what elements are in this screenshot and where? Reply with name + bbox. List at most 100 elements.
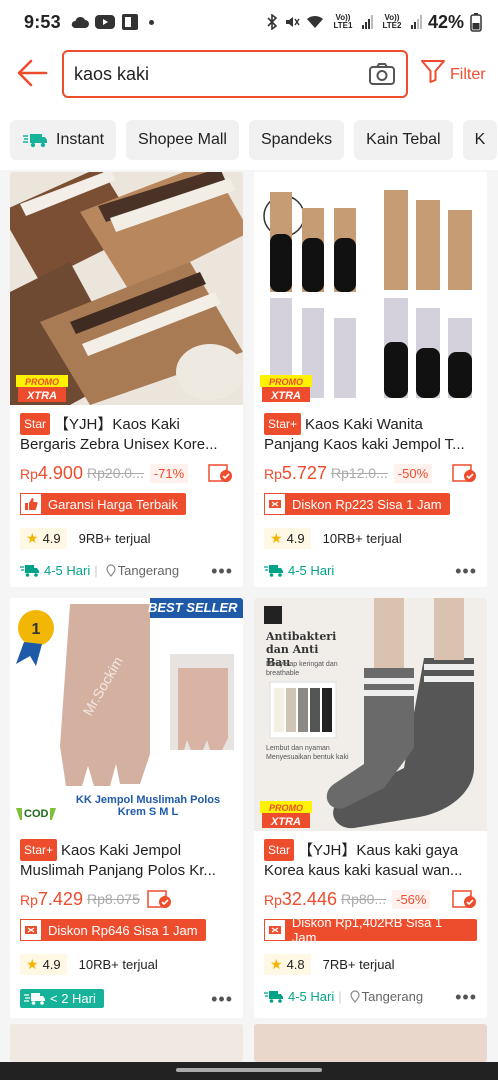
chip-instant[interactable]: Instant	[10, 120, 117, 160]
price-prefix: Rp	[20, 891, 38, 908]
product-image: PROMO XTRA	[10, 172, 243, 405]
image-subtext: Menyerap keringat dan breathable	[266, 661, 338, 677]
promo-banner: Diskon Rp646 Sisa 1 Jam	[20, 919, 206, 941]
product-card[interactable]: PROMO XTRA Star 【YJH】Kaos Kaki Bergaris Z…	[10, 172, 243, 587]
product-image: a PROMO XTRA	[254, 172, 487, 405]
shipping-row: < 2 Hari •••	[10, 975, 243, 1018]
shipping-text: < 2 Hari	[50, 991, 96, 1006]
price-row: Rp32.446 Rp80... -56%	[254, 881, 487, 913]
filter-label: Filter	[450, 66, 486, 83]
shipping-estimate: 4-5 Hari	[264, 563, 334, 578]
rating-row: ★ 4.8 7RB+ terjual	[254, 942, 487, 975]
star-icon: ★	[270, 956, 283, 972]
original-price: Rp20.0...	[86, 465, 144, 481]
product-image: Antibakteri dan Anti Bau Menyerap kering…	[254, 598, 487, 831]
separator: |	[338, 989, 342, 1004]
mute-icon	[285, 17, 300, 27]
home-gesture-handle[interactable]	[176, 1068, 322, 1072]
rating-badge: ★ 4.9	[264, 528, 311, 549]
cloud-icon	[71, 16, 89, 28]
battery-icon	[470, 13, 482, 32]
rating-badge: ★ 4.9	[20, 528, 67, 549]
price-row: Rp5.727 Rp12.0... -50%	[254, 455, 487, 487]
status-notification-icons	[71, 13, 154, 31]
discount-badge: -71%	[149, 463, 189, 483]
shipping-row: 4-5 Hari | Tangerang •••	[10, 549, 243, 587]
product-title: Star+ Kaos Kaki Wanita Panjang Kaos kaki …	[254, 405, 487, 455]
search-query: kaos kaki	[74, 63, 150, 84]
separator: |	[94, 563, 98, 578]
lte2-label: Vo)) LTE2	[382, 13, 402, 30]
star-icon: ★	[26, 530, 39, 546]
location-text: Tangerang	[361, 989, 424, 1004]
chip-label: Kain Tebal	[366, 131, 441, 148]
striped-socks-illustration	[10, 172, 243, 405]
more-options-icon[interactable]: •••	[455, 988, 477, 1006]
discount-badge: -50%	[393, 463, 433, 483]
sold-count: 10RB+ terjual	[78, 957, 158, 972]
app-notification-icon	[121, 14, 138, 30]
product-title: Star 【YJH】Kaus kaki gaya Korea kaus kaki …	[254, 831, 487, 881]
status-time: 9:53	[24, 11, 61, 32]
rating-badge: ★ 4.9	[20, 954, 67, 975]
sold-count: 9RB+ terjual	[78, 531, 151, 546]
price-prefix: Rp	[264, 891, 282, 908]
star-icon: ★	[26, 956, 39, 972]
original-price: Rp80...	[340, 891, 387, 907]
original-price: Rp12.0...	[330, 465, 388, 481]
delivery-truck-icon	[264, 564, 283, 577]
product-card-partial[interactable]	[10, 1024, 243, 1062]
shipping-text: 4-5 Hari	[288, 563, 335, 578]
back-arrow-icon[interactable]	[16, 58, 50, 88]
more-options-icon[interactable]: •••	[455, 562, 477, 580]
search-header: kaos kaki Filter	[0, 44, 498, 106]
price-row: Rp4.900 Rp20.0... -71%	[10, 455, 243, 487]
camera-icon[interactable]	[368, 62, 396, 86]
filter-icon	[421, 60, 445, 83]
product-image: 1 BEST SELLER Mr.Sockim KK Jempol Muslim…	[10, 598, 243, 831]
shipping-row: 4-5 Hari | Tangerang •••	[254, 975, 487, 1016]
price-value: 4.900	[37, 462, 83, 483]
product-card[interactable]: a PROMO XTRA Star+Kaos Kaki Wanita Panja…	[254, 172, 487, 587]
signal-2-icon	[410, 15, 422, 29]
original-price: Rp8.075	[86, 891, 140, 907]
fast-delivery-icon	[23, 134, 47, 148]
price-row: Rp7.429 Rp8.075	[10, 881, 243, 913]
voucher-icon	[264, 493, 286, 515]
sold-count: 7RB+ terjual	[322, 957, 395, 972]
product-card[interactable]: Antibakteri dan Anti Bau Menyerap kering…	[254, 598, 487, 1018]
coupon-icon	[452, 464, 476, 482]
image-note: Lembut dan nyaman Menyesuaikan bentuk ka…	[266, 745, 349, 761]
svg-text:1: 1	[32, 621, 41, 638]
chip-more[interactable]: K	[462, 120, 498, 160]
navigation-bar	[0, 1062, 498, 1080]
price: Rp7.429	[20, 889, 83, 910]
star-icon: ★	[270, 530, 283, 546]
more-options-icon[interactable]: •••	[211, 990, 233, 1008]
chip-spandeks[interactable]: Spandeks	[248, 120, 345, 160]
rating-row: ★ 4.9 10RB+ terjual	[254, 516, 487, 549]
more-options-icon[interactable]: •••	[211, 562, 233, 580]
wifi-icon	[306, 15, 323, 28]
status-bar: 9:53 Vo)) LTE1 Vo)) LTE2 42%	[0, 0, 498, 44]
voucher-icon	[264, 919, 286, 941]
location: Tangerang	[106, 563, 179, 578]
image-caption: KK Jempol Muslimah Polos Krem S M L	[75, 794, 221, 818]
search-input[interactable]: kaos kaki	[62, 50, 408, 98]
promo-text: Diskon Rp223 Sisa 1 Jam	[292, 496, 442, 512]
product-card-partial[interactable]	[254, 1024, 487, 1062]
shipping-estimate: 4-5 Hari	[264, 989, 334, 1004]
product-title: Star+ Kaos Kaki Jempol Muslimah Panjang P…	[10, 831, 243, 881]
thumbs-up-icon	[20, 493, 42, 515]
filter-button[interactable]: Filter	[420, 58, 486, 84]
chip-shopee-mall[interactable]: Shopee Mall	[126, 120, 239, 160]
chip-kain-tebal[interactable]: Kain Tebal	[354, 120, 453, 160]
price: Rp5.727	[264, 463, 327, 484]
cod-badge: COD	[22, 808, 51, 820]
price: Rp32.446	[264, 889, 337, 910]
chip-label: Shopee Mall	[138, 131, 227, 148]
product-card[interactable]: 1 BEST SELLER Mr.Sockim KK Jempol Muslim…	[10, 598, 243, 1018]
promo-xtra-badge: PROMO XTRA	[16, 375, 68, 402]
price-value: 7.429	[37, 888, 83, 909]
shipping-estimate: 4-5 Hari	[20, 563, 90, 578]
